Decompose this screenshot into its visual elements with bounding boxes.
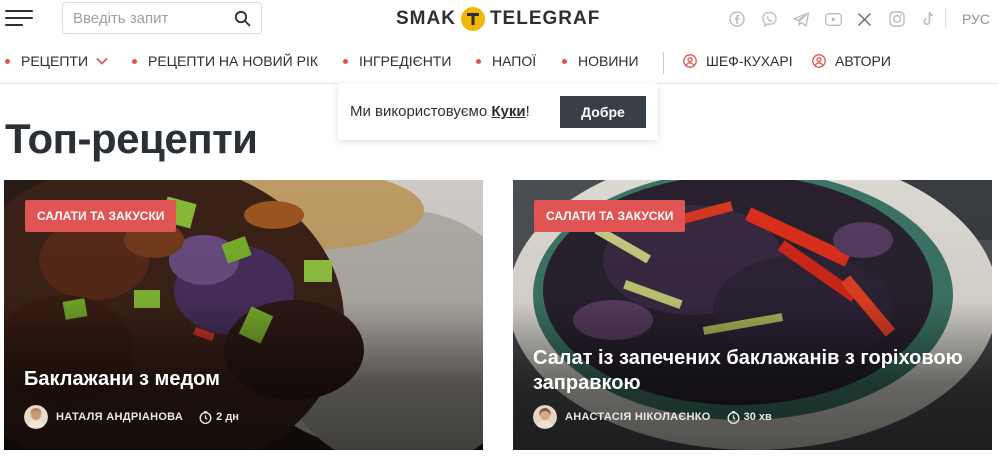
cookie-link[interactable]: Куки <box>491 103 525 120</box>
recipe-card[interactable]: САЛАТИ ТА ЗАКУСКИ Баклажани з медом НАТА… <box>4 180 483 450</box>
cookie-suffix: ! <box>525 103 530 120</box>
chevron-down-icon[interactable] <box>96 57 108 65</box>
nav-item-recipes[interactable]: РЕЦЕПТИ <box>5 53 108 69</box>
recipe-meta: АНАСТАСІЯ НІКОЛАЄНКО 30 хв <box>533 405 772 429</box>
nav-dot <box>343 58 348 64</box>
nav-dot <box>5 58 10 64</box>
site-logo[interactable]: SMAK TELEGRAF <box>396 6 600 32</box>
cookie-message: Ми використовуємо <box>350 103 492 120</box>
recipe-title[interactable]: Баклажани з медом <box>24 367 464 392</box>
nav-item-label: РЕЦЕПТИ НА НОВИЙ РІК <box>148 53 319 69</box>
facebook-icon[interactable] <box>729 9 761 29</box>
nav-item-new-year-recipes[interactable]: РЕЦЕПТИ НА НОВИЙ РІК <box>132 53 318 69</box>
nav-item-label: РЕЦЕПТИ <box>21 53 89 69</box>
logo-mark-icon <box>460 7 485 31</box>
tiktok-icon[interactable] <box>921 9 953 29</box>
author-name[interactable]: НАТАЛЯ АНДРІАНОВА <box>56 411 183 423</box>
nav-item-label: АВТОРИ <box>835 53 891 69</box>
header-divider <box>945 8 946 28</box>
clock-icon <box>199 410 212 424</box>
search-input[interactable] <box>73 7 223 29</box>
search-icon[interactable] <box>234 10 251 27</box>
nav-divider <box>663 52 664 74</box>
avatar <box>533 405 557 429</box>
avatar <box>24 405 48 429</box>
menu-icon[interactable] <box>5 10 33 26</box>
telegram-icon[interactable] <box>793 9 825 29</box>
youtube-icon[interactable] <box>825 9 857 29</box>
nav-item-authors[interactable]: АВТОРИ <box>812 53 891 69</box>
recipe-card[interactable]: САЛАТИ ТА ЗАКУСКИ Салат із запечених бак… <box>513 180 992 450</box>
x-icon[interactable] <box>857 9 889 29</box>
instagram-icon[interactable] <box>889 9 921 29</box>
language-switch[interactable]: РУС <box>962 11 990 27</box>
social-links <box>729 9 953 29</box>
search-box[interactable] <box>62 2 262 34</box>
recipe-title[interactable]: Салат із запечених баклажанів з горіхово… <box>533 346 983 396</box>
nav-dot <box>562 58 567 64</box>
cookie-text: Ми використовуємо Куки! <box>350 103 530 120</box>
viber-icon[interactable] <box>761 9 793 29</box>
cookie-banner: Ми використовуємо Куки! Добре <box>338 83 658 140</box>
nav-item-label: ІНГРЕДІЄНТИ <box>359 53 452 69</box>
nav-dot <box>132 58 137 64</box>
cook-time: 2 дн <box>216 411 239 423</box>
logo-text-right: TELEGRAF <box>489 8 601 29</box>
page-title: Топ-рецепти <box>5 115 258 162</box>
cook-time: 30 хв <box>743 411 772 423</box>
nav-item-label: НАПОЇ <box>492 53 537 69</box>
category-badge[interactable]: САЛАТИ ТА ЗАКУСКИ <box>534 200 686 232</box>
nav-item-label: НОВИНИ <box>578 53 639 69</box>
main-nav: РЕЦЕПТИ РЕЦЕПТИ НА НОВИЙ РІК ІНГРЕДІЄНТИ… <box>0 50 999 76</box>
person-icon <box>812 54 826 68</box>
nav-dot <box>476 58 481 64</box>
nav-item-news[interactable]: НОВИНИ <box>562 53 639 69</box>
clock-icon <box>727 410 740 424</box>
author-name[interactable]: АНАСТАСІЯ НІКОЛАЄНКО <box>565 411 711 423</box>
recipe-meta: НАТАЛЯ АНДРІАНОВА 2 дн <box>24 405 239 429</box>
category-badge[interactable]: САЛАТИ ТА ЗАКУСКИ <box>25 200 177 232</box>
logo-text-left: SMAK <box>396 8 456 29</box>
cookie-accept-button[interactable]: Добре <box>560 96 646 128</box>
person-icon <box>683 54 697 68</box>
nav-item-drinks[interactable]: НАПОЇ <box>476 53 536 69</box>
nav-item-label: ШЕФ-КУХАРІ <box>706 53 793 69</box>
nav-item-ingredients[interactable]: ІНГРЕДІЄНТИ <box>343 53 451 69</box>
top-header: SMAK TELEGRAF РУС <box>0 0 999 38</box>
nav-item-chefs[interactable]: ШЕФ-КУХАРІ <box>683 53 793 69</box>
